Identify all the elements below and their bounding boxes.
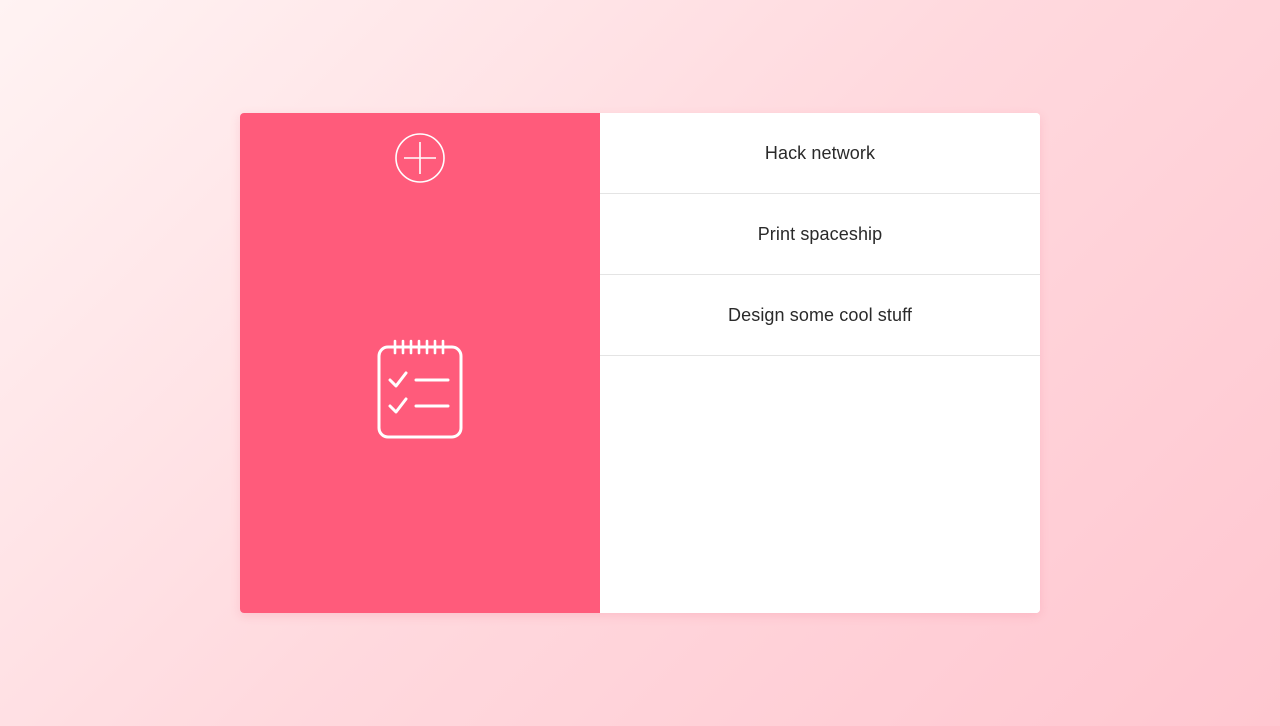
- sidebar-panel: [240, 113, 600, 613]
- task-item-print-spaceship[interactable]: Print spaceship: [600, 194, 1040, 275]
- plus-circle-icon: [395, 133, 445, 183]
- add-task-button[interactable]: [395, 133, 445, 183]
- todo-card: Hack network Print spaceship Design some…: [240, 113, 1040, 613]
- task-list: Hack network Print spaceship Design some…: [600, 113, 1040, 356]
- task-label: Design some cool stuff: [728, 304, 912, 325]
- task-label: Hack network: [764, 142, 876, 163]
- task-item-hack-network[interactable]: Hack network: [600, 113, 1040, 194]
- task-panel: Hack network Print spaceship Design some…: [600, 113, 1040, 613]
- notepad-checklist-icon: [376, 337, 464, 441]
- task-label: Print spaceship: [757, 223, 883, 244]
- task-item-design-cool-stuff[interactable]: Design some cool stuff: [600, 275, 1040, 356]
